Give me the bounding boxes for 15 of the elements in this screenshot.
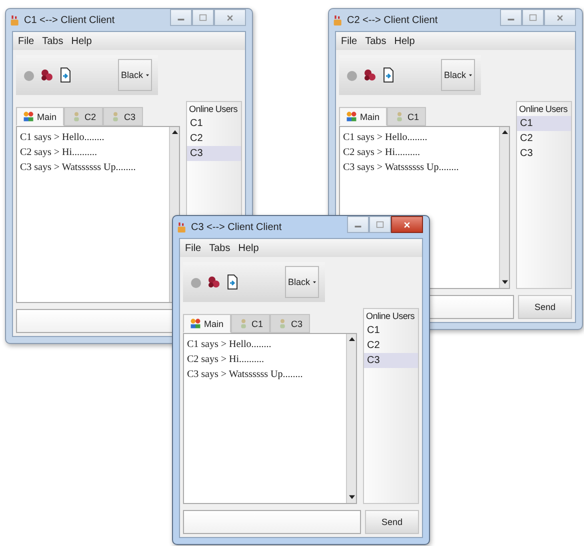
window-title: C3 <--> Client Client	[191, 222, 282, 232]
chat-message: C1 says > Hello........	[187, 338, 272, 352]
panel-heading: Online Users	[188, 103, 238, 116]
chat-message: C2 says > Hi..........	[343, 146, 422, 160]
chat-message: C2 says > Hi..........	[20, 146, 98, 160]
chat-message: C3 says > Watssssss Up........	[187, 368, 304, 382]
chat-message: C1 says > Hello........	[20, 131, 106, 145]
panel-heading: Online Users	[518, 103, 568, 116]
window-title: C1 <--> Client Client	[24, 14, 115, 26]
chat-message: C2 says > Hi..........	[187, 353, 266, 367]
window-title: C2 <--> Client Client	[347, 14, 438, 26]
chat-message: C1 says > Hello........	[343, 131, 428, 145]
chat-message: C3 says > Watssssss Up........	[20, 161, 137, 175]
panel-heading: Online Users	[365, 310, 416, 323]
chat-message: C3 says > Watssssss Up........	[343, 161, 460, 175]
